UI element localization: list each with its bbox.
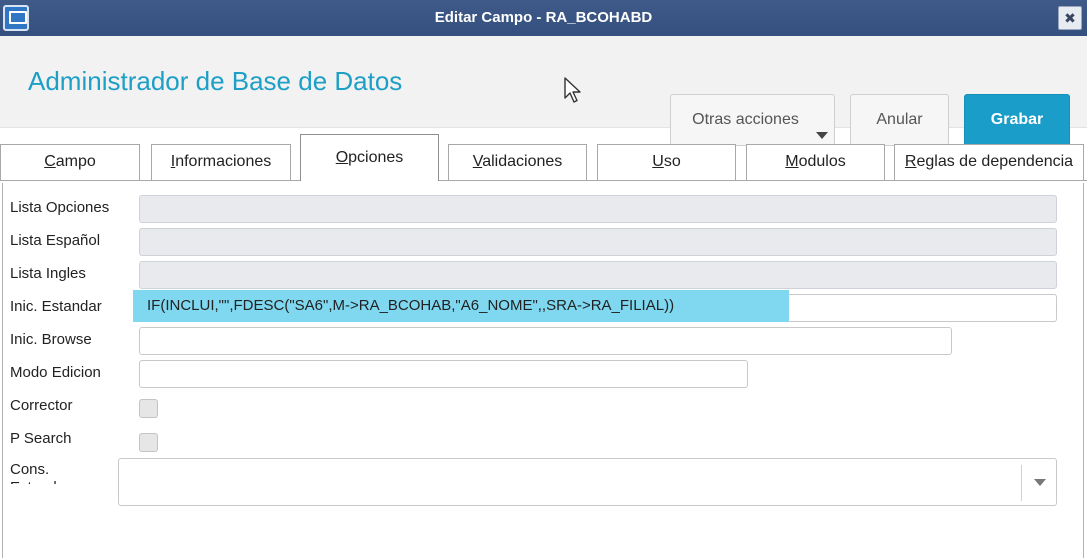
title-bar: Editar Campo - RA_BCOHABD ✖ — [0, 0, 1087, 36]
lista-opciones-input — [139, 195, 1057, 223]
chevron-down-icon — [816, 132, 828, 139]
tab-divider — [0, 180, 1087, 181]
lista-espanol-input — [139, 228, 1057, 256]
tab-label: so — [663, 153, 681, 170]
lista-ingles-input — [139, 261, 1057, 289]
cons-estandar-label: Cons. Estandar — [10, 461, 70, 484]
close-icon[interactable]: ✖ — [1058, 6, 1082, 30]
p-search-checkbox[interactable] — [139, 433, 158, 452]
more-actions-button[interactable]: Otras acciones — [670, 94, 835, 146]
tab-reglas-de-dependencia[interactable]: Reglas de dependencia — [894, 144, 1084, 180]
tab-mnemonic: V — [472, 153, 483, 170]
edit-field-dialog: Editar Campo - RA_BCOHABD ✖ Administrado… — [0, 0, 1087, 558]
tab-label: odulos — [798, 153, 846, 170]
tab-label: eglas de dependencia — [916, 153, 1074, 170]
tab-mnemonic: M — [785, 153, 799, 170]
tab-label: pciones — [348, 149, 404, 166]
tab-mnemonic: C — [44, 153, 56, 170]
tab-informaciones[interactable]: Informaciones — [151, 144, 291, 180]
modo-edicion-input[interactable] — [139, 360, 748, 388]
corrector-checkbox[interactable] — [139, 399, 158, 418]
tab-validaciones[interactable]: Validaciones — [448, 144, 587, 180]
tab-label: alidaciones — [482, 153, 563, 170]
inic-browse-input[interactable] — [139, 327, 952, 355]
inic-estandar-value[interactable]: IF(INCLUI,"",FDESC("SA6",M->RA_BCOHAB,"A… — [133, 290, 789, 322]
save-button[interactable]: Grabar — [964, 94, 1070, 146]
more-actions-label: Otras acciones — [692, 111, 799, 128]
lista-espanol-label: Lista Español — [10, 232, 101, 249]
lista-opciones-label: Lista Opciones — [10, 199, 110, 216]
inic-browse-label: Inic. Browse — [10, 331, 92, 348]
tab-campo[interactable]: Campo — [0, 144, 140, 180]
header-bar: Administrador de Base de Datos Otras acc… — [0, 36, 1087, 146]
window-title: Editar Campo - RA_BCOHABD — [434, 9, 653, 26]
cancel-button[interactable]: Anular — [850, 94, 949, 146]
tab-label: ampo — [55, 153, 96, 170]
lista-ingles-label: Lista Ingles — [10, 265, 86, 282]
cons-estandar-select[interactable] — [118, 458, 1057, 506]
p-search-label: P Search — [10, 430, 72, 447]
inic-estandar-label: Inic. Estandar — [10, 298, 102, 315]
tab-mnemonic: U — [652, 153, 664, 170]
tab-mnemonic: O — [335, 149, 349, 166]
mouse-pointer-icon — [564, 77, 581, 103]
inic-estandar-input[interactable]: IF(INCLUI,"",FDESC("SA6",M->RA_BCOHAB,"A… — [133, 290, 1057, 322]
page-title: Administrador de Base de Datos — [28, 66, 403, 96]
tab-opciones[interactable]: Opciones — [300, 134, 439, 181]
corrector-label: Corrector — [10, 397, 73, 414]
tab-mnemonic: R — [904, 153, 917, 170]
modo-edicion-label: Modo Edicion — [10, 364, 101, 381]
tab-label: nformaciones — [175, 153, 272, 170]
tab-uso[interactable]: Uso — [597, 144, 736, 180]
combo-separator — [1021, 465, 1022, 501]
chevron-down-icon[interactable] — [1034, 479, 1046, 486]
tab-modulos[interactable]: Modulos — [746, 144, 885, 180]
